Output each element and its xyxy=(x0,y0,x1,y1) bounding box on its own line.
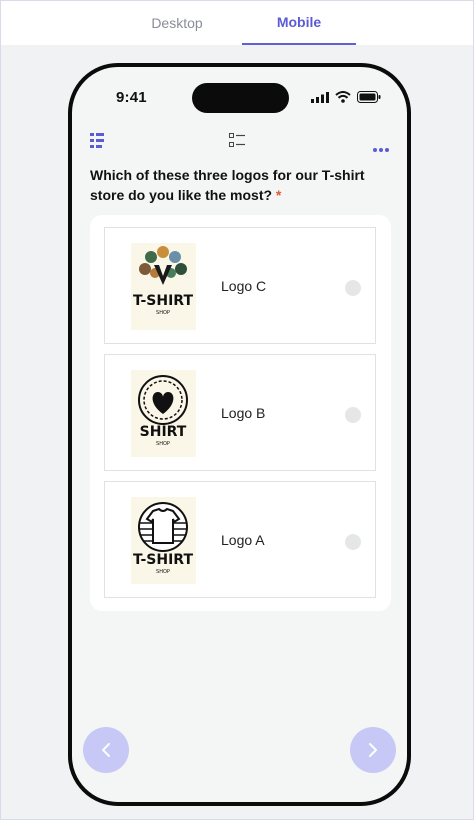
required-marker: * xyxy=(275,187,282,203)
logo-c-text: T-SHIRT xyxy=(133,293,193,309)
logo-b-image: SHIRT SHOP xyxy=(131,370,196,457)
list-layout-icon[interactable] xyxy=(90,133,104,154)
logo-c-subtext: SHOP xyxy=(156,310,170,316)
option-logo-c[interactable]: T-SHIRT SHOP Logo C xyxy=(104,227,376,344)
question-text: Which of these three logos for our T-shi… xyxy=(90,167,365,203)
previous-button[interactable] xyxy=(83,727,129,773)
logo-b-subtext: SHOP xyxy=(156,441,170,447)
option-radio[interactable] xyxy=(345,407,361,423)
next-button[interactable] xyxy=(350,727,396,773)
signal-icon xyxy=(311,91,329,103)
checklist-icon[interactable] xyxy=(229,133,245,154)
logo-a-image: T-SHIRT SHOP xyxy=(131,497,196,584)
logo-a-subtext: SHOP xyxy=(156,569,170,575)
options-card: T-SHIRT SHOP Logo C SHIRT SHOP Logo B T-… xyxy=(90,215,391,611)
question-title: Which of these three logos for our T-shi… xyxy=(90,165,380,205)
logo-a-text: T-SHIRT xyxy=(133,552,193,568)
preview-mode-tabs: Desktop Mobile xyxy=(1,1,473,45)
battery-icon xyxy=(357,91,381,103)
option-label: Logo C xyxy=(221,278,267,294)
more-dots-icon[interactable] xyxy=(373,139,389,157)
dynamic-island xyxy=(192,83,289,113)
chevron-left-icon xyxy=(102,743,110,757)
logo-b-text: SHIRT xyxy=(140,424,187,440)
option-logo-a[interactable]: T-SHIRT SHOP Logo A xyxy=(104,481,376,598)
option-label: Logo A xyxy=(221,532,265,548)
option-radio[interactable] xyxy=(345,280,361,296)
option-radio[interactable] xyxy=(345,534,361,550)
option-logo-b[interactable]: SHIRT SHOP Logo B xyxy=(104,354,376,471)
wifi-icon xyxy=(335,91,351,103)
chevron-right-icon xyxy=(369,743,377,757)
status-time: 9:41 xyxy=(116,89,147,106)
survey-toolbar xyxy=(72,129,407,155)
status-icons xyxy=(311,91,381,103)
option-label: Logo B xyxy=(221,405,266,421)
logo-c-image: T-SHIRT SHOP xyxy=(131,243,196,330)
phone-frame: 9:41 Which of these three logos for our … xyxy=(68,63,411,806)
tab-desktop[interactable]: Desktop xyxy=(119,1,235,45)
tab-mobile[interactable]: Mobile xyxy=(242,1,356,45)
